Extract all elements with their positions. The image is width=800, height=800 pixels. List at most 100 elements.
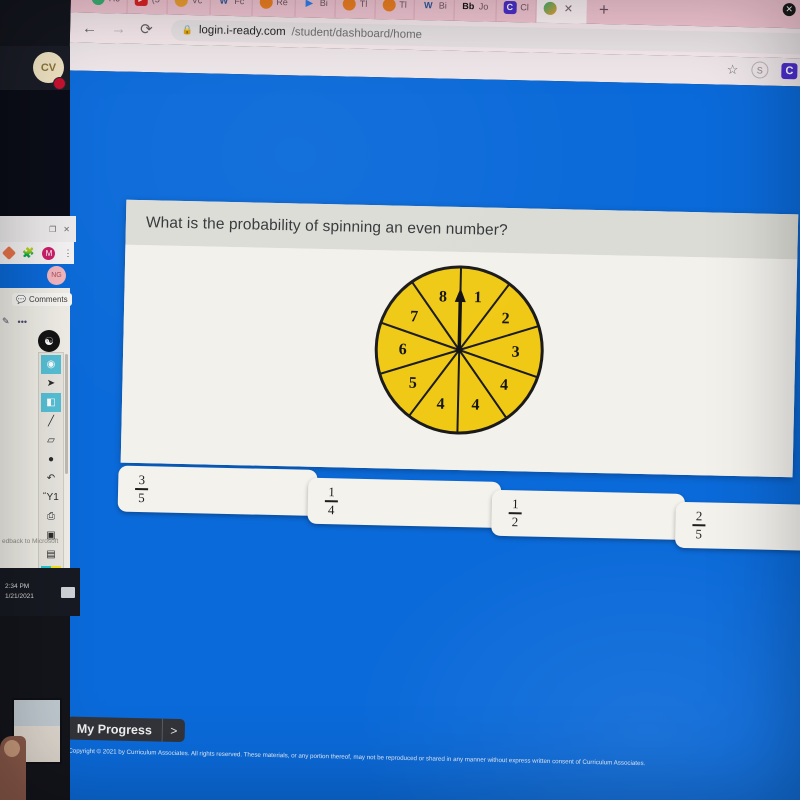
background-window-dark — [0, 90, 70, 216]
screen-contents: Hc▶(5VcWFcRe▶BiTlTlWBiBbJoCCl✕+ ✕ — ← → … — [52, 0, 800, 800]
browser-tab-8[interactable]: W Bi — [414, 0, 456, 21]
url-path: /student/dashboard/home — [291, 26, 423, 42]
extension-c-icon[interactable]: C — [781, 62, 798, 79]
browser-tab-label: Jo — [478, 1, 489, 12]
ink-icon[interactable]: ✎ — [2, 316, 10, 327]
doc-tool-row: ✎ ••• — [2, 316, 27, 327]
fraction-numerator: 1 — [511, 496, 519, 512]
forward-icon[interactable]: → — [111, 20, 126, 37]
spinner-sector-label: 8 — [439, 288, 447, 305]
browser-tab-9[interactable]: Bb Jo — [454, 0, 497, 22]
copyright-text: Copyright © 2021 by Curriculum Associate… — [68, 747, 646, 768]
m-extension-icon[interactable]: M — [42, 246, 56, 260]
fraction-denominator: 5 — [695, 526, 703, 542]
clock[interactable]: 2:34 PM 1/21/2021 — [5, 582, 34, 602]
notification-center-icon[interactable] — [61, 586, 75, 598]
clock-date: 1/21/2021 — [5, 593, 34, 600]
tool-undo-icon[interactable]: ↶ — [41, 469, 61, 488]
youtube-icon: ▶ — [134, 0, 148, 6]
answer-choice-c[interactable]: 12 — [491, 489, 686, 540]
feedback-label: edback to Microsoft — [2, 538, 59, 545]
browser-tab-label: Hc — [109, 0, 120, 4]
browser-tab-10[interactable]: C Cl — [495, 0, 538, 23]
spinner-sector-label: 4 — [471, 396, 479, 413]
answer-choice-b[interactable]: 14 — [307, 477, 502, 528]
browser-tab-3[interactable]: W Fc — [209, 0, 253, 17]
blackboard-icon: Bb — [462, 0, 475, 12]
browser-tab-7[interactable]: Tl — [374, 0, 416, 20]
my-progress-button[interactable]: My Progress > — [66, 716, 186, 743]
speech-bubble-icon: 💬 — [16, 295, 26, 304]
back-icon[interactable]: ← — [82, 19, 97, 36]
spinner-sector-label: 2 — [501, 310, 509, 327]
answer-choice-a[interactable]: 35 — [117, 465, 318, 516]
my-progress-label: My Progress — [76, 721, 153, 737]
tool-delete-icon[interactable]: Ὕ1 — [41, 488, 61, 507]
spinner-sector-label: 6 — [399, 341, 407, 358]
bookmark-star-icon[interactable]: ☆ — [727, 61, 739, 77]
chevron-right-icon: > — [170, 723, 178, 738]
spinner-sector-label: 3 — [511, 344, 519, 361]
photo-of-screen: Hc▶(5VcWFcRe▶BiTlTlWBiBbJoCCl✕+ ✕ — ← → … — [0, 0, 800, 800]
browser-tab-5[interactable]: ▶ Bi — [295, 0, 337, 19]
browser-tab-11[interactable]: ✕ — [536, 0, 588, 24]
play-icon: ▶ — [305, 0, 313, 8]
background-window-titlebar: ❐ ✕ — [0, 216, 76, 242]
tool-print-icon[interactable]: ⎙ — [41, 507, 61, 526]
scrollbar[interactable] — [65, 354, 68, 474]
tool-eye-icon[interactable]: ◉ — [41, 355, 61, 374]
answer-choice-d[interactable]: 25 — [674, 501, 800, 551]
more-options-icon[interactable]: ••• — [18, 317, 27, 327]
spinner-sector-label: 7 — [410, 308, 418, 325]
tool-clipboard-icon[interactable]: ▤ — [41, 545, 61, 564]
account-bar: CV — [0, 46, 70, 90]
fraction-numerator: 3 — [138, 472, 146, 488]
spinner-svg: 1234445678 — [374, 265, 544, 435]
fraction-denominator: 4 — [327, 502, 335, 518]
extension-s-icon[interactable]: S — [751, 61, 769, 79]
tab-close-icon[interactable]: ✕ — [564, 2, 574, 15]
pen-tool-icon[interactable]: ☯ — [38, 330, 60, 352]
browser-tab-label: (5 — [152, 0, 160, 4]
restore-icon[interactable]: ❐ — [49, 225, 56, 234]
reload-icon[interactable]: ⟳ — [140, 20, 153, 37]
browser-tab-6[interactable]: Tl — [335, 0, 376, 20]
window-close-button[interactable]: ✕ — [782, 2, 796, 17]
desk-foreground — [0, 616, 70, 800]
drive-icon — [259, 0, 273, 9]
fraction-denominator: 5 — [137, 490, 145, 506]
iready-icon — [543, 1, 557, 15]
browser-tab-0[interactable]: Hc — [84, 0, 129, 14]
tool-eraser-icon[interactable]: ◧ — [41, 393, 61, 412]
left-overlay-column: CV ❐ ✕ 🧩 M ⋮ NG 💬 Comments ✎ ••• ☯ ◉ ➤ ◧… — [0, 0, 80, 800]
browser-tab-label: Bi — [438, 0, 447, 11]
tool-cursor-icon[interactable]: ➤ — [41, 374, 61, 393]
question-body: 1234445678 — [120, 244, 798, 478]
question-card: What is the probability of spinning an e… — [120, 199, 799, 478]
fraction-denominator: 2 — [511, 514, 519, 530]
browser-tab-label: Re — [276, 0, 288, 8]
probability-spinner: 1234445678 — [371, 262, 547, 438]
diamond-extension-icon[interactable] — [1, 245, 17, 261]
puzzle-extension-icon[interactable]: 🧩 — [22, 248, 34, 259]
close-icon[interactable]: ✕ — [63, 225, 70, 234]
spinner-pointer-shaft — [457, 297, 463, 351]
tool-highlighter-icon[interactable]: ▱ — [41, 431, 61, 450]
background-blue-strip: NG — [0, 264, 70, 288]
drive-icon — [342, 0, 356, 11]
fraction: 14 — [324, 484, 339, 518]
browser-tab-label: Tl — [359, 0, 368, 9]
browser-tab-4[interactable]: Re — [251, 0, 297, 18]
comments-label: Comments — [28, 295, 68, 304]
word-icon: W — [219, 0, 229, 6]
overflow-menu-icon[interactable]: ⋮ — [63, 248, 72, 259]
answer-choices: 35141225 — [117, 464, 800, 559]
iready-page: What is the probability of spinning an e… — [52, 70, 800, 800]
tool-pencil-icon[interactable]: ╱ — [41, 412, 61, 431]
comments-button[interactable]: 💬 Comments — [12, 293, 72, 306]
browser-tab-2[interactable]: Vc — [167, 0, 211, 16]
tool-dot-icon[interactable]: ● — [41, 450, 61, 469]
browser-tab-1[interactable]: ▶ (5 — [127, 0, 169, 15]
fraction-numerator: 1 — [328, 484, 335, 500]
new-tab-button[interactable]: + — [587, 0, 621, 19]
